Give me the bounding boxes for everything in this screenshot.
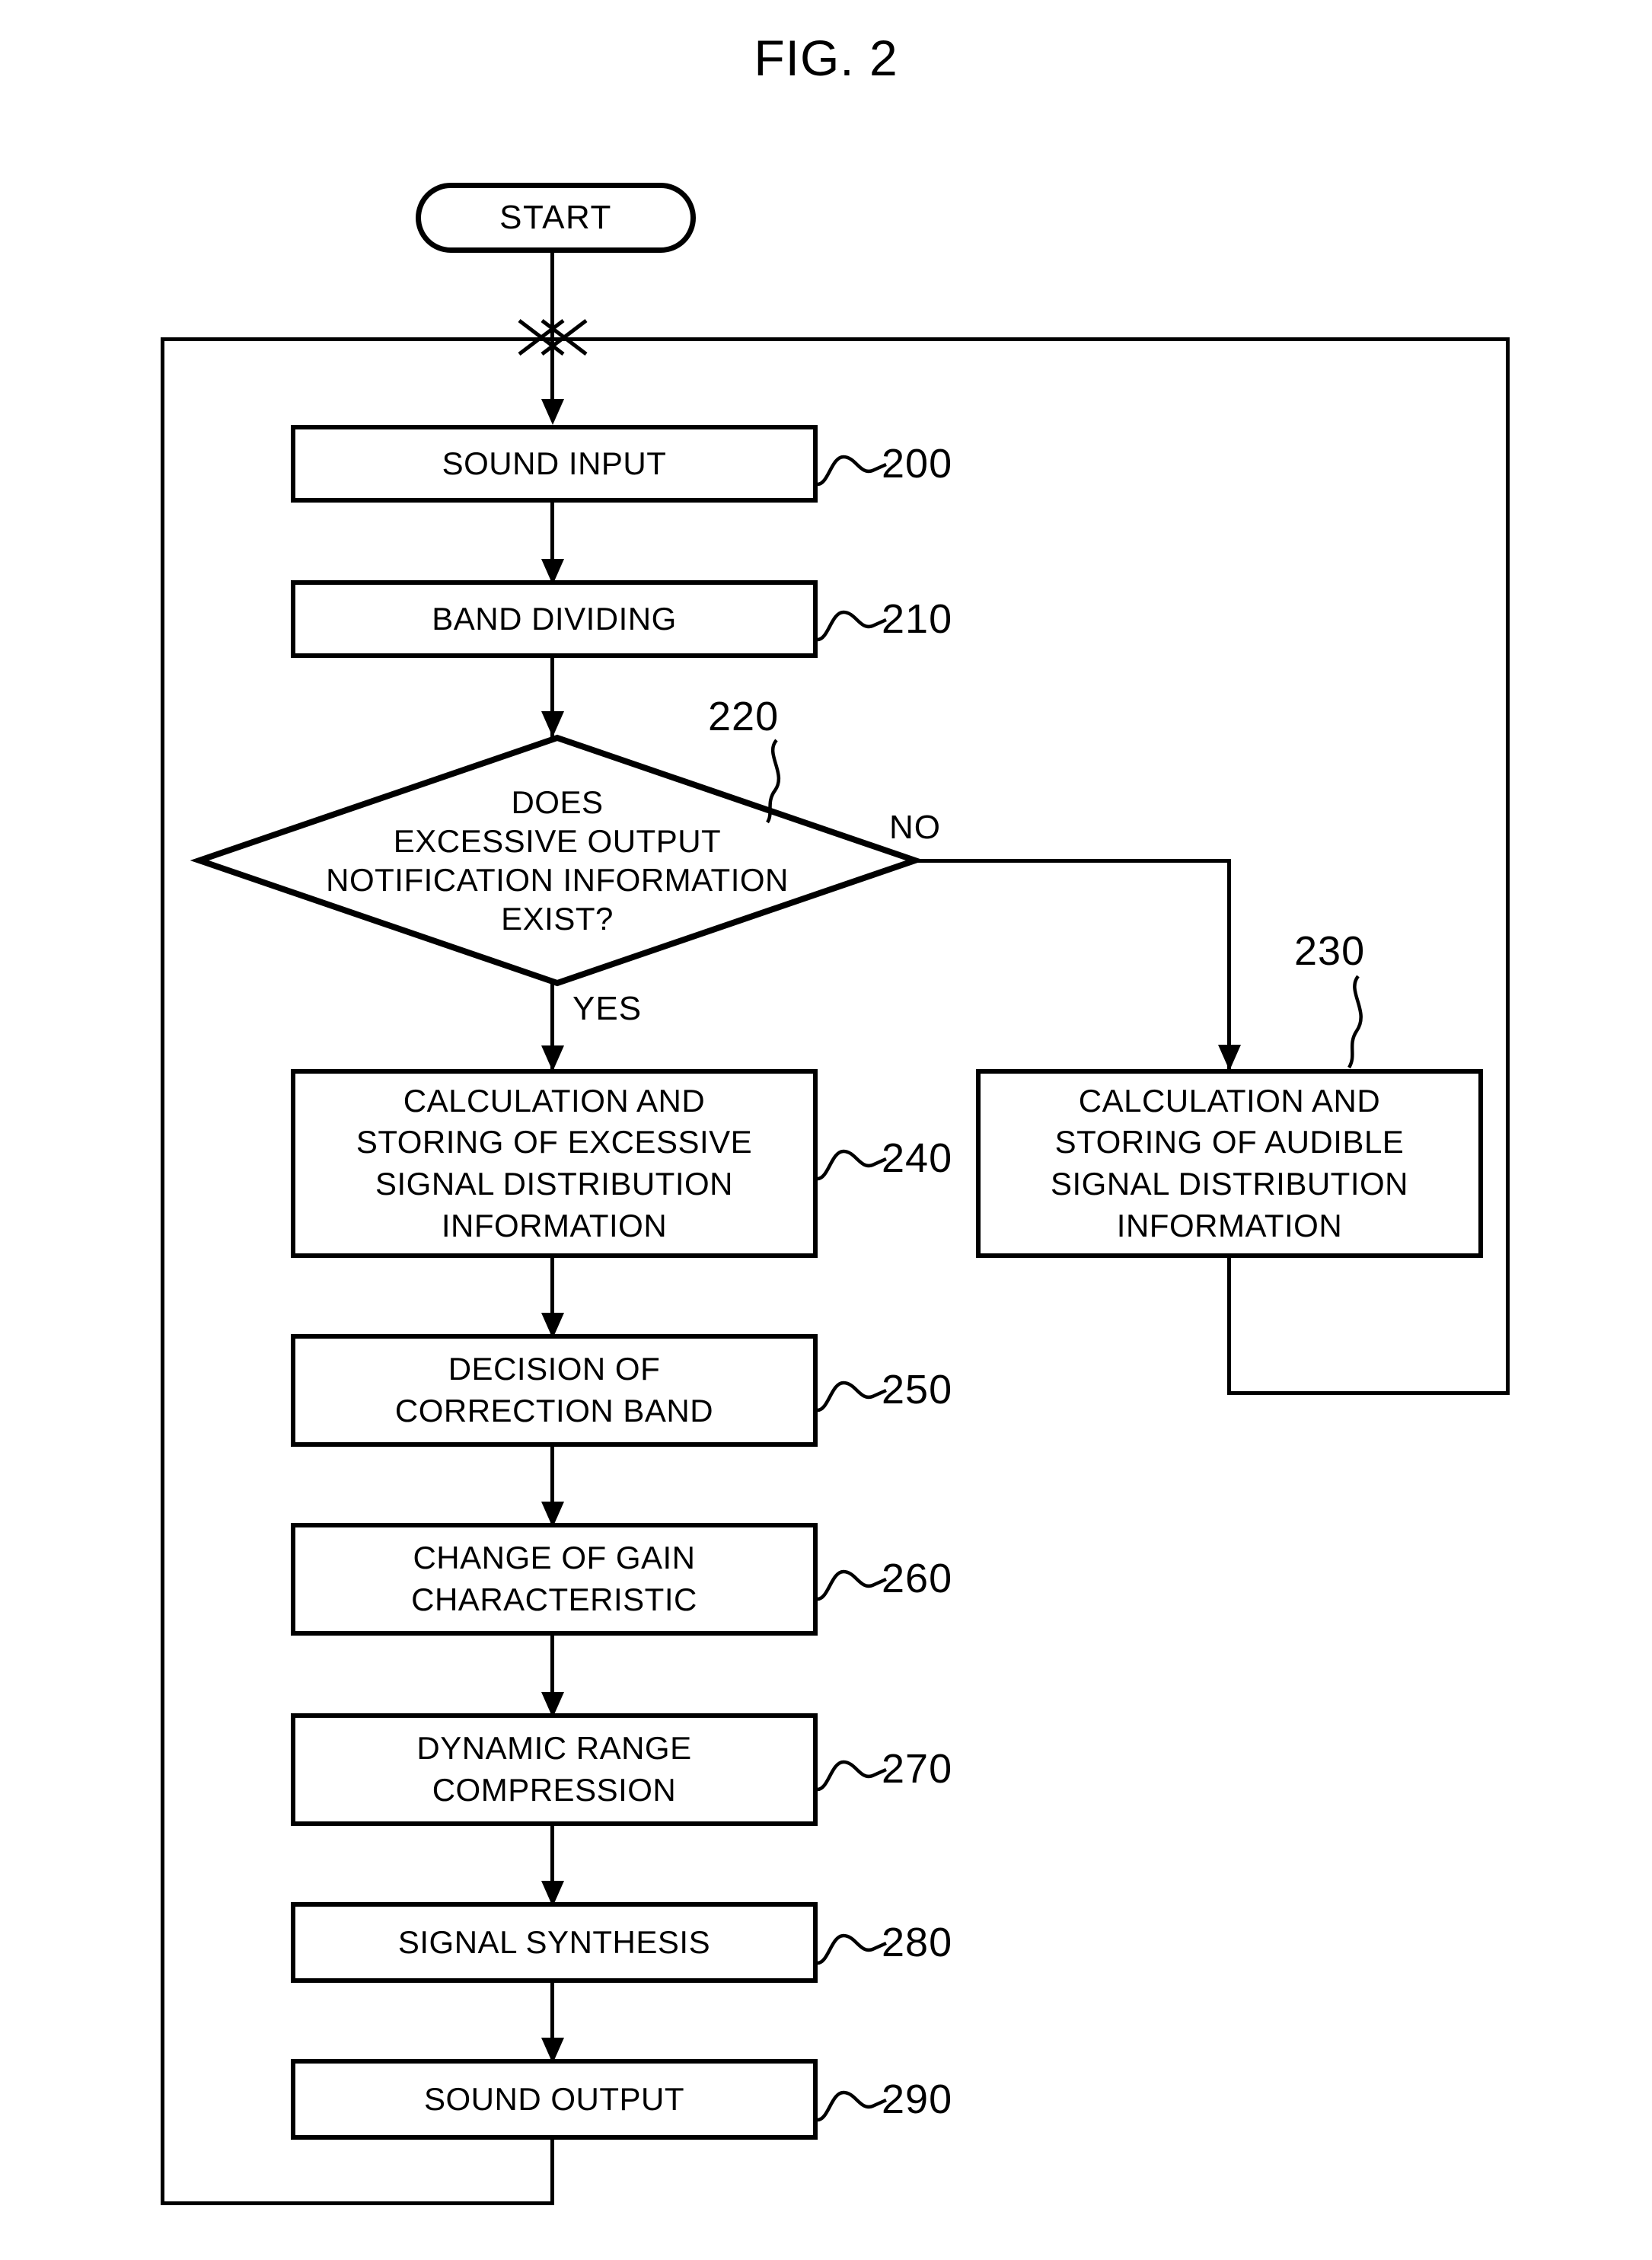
ref-number-290: 290 [882,2076,953,2122]
node-audible-signal-distribution-label: CALCULATION AND STORING OF AUDIBLE SIGNA… [1050,1082,1408,1243]
arrowhead-into-240 [541,1045,564,1071]
audible-branch-return-drop [1227,1256,1231,1393]
node-sound-input: SOUND INPUT [291,425,818,503]
node-decision-of-correction-band: DECISION OF CORRECTION BAND [291,1334,818,1447]
node-audible-signal-distribution: CALCULATION AND STORING OF AUDIBLE SIGNA… [976,1069,1483,1258]
node-excessive-signal-distribution-label: CALCULATION AND STORING OF EXCESSIVE SIG… [356,1082,753,1243]
ref-number-240: 240 [882,1135,953,1181]
ref-leader-220 [765,739,781,824]
node-sound-output-label: SOUND OUTPUT [424,2080,684,2117]
node-dynamic-range-compression: DYNAMIC RANGE COMPRESSION [291,1713,818,1826]
ref-leader-270 [817,1760,887,1792]
edge-decision-no-horizontal [914,859,1231,863]
ref-number-280: 280 [882,1920,953,1965]
ref-number-220: 220 [708,694,780,739]
ref-number-250: 250 [882,1367,953,1412]
figure-page: FIG. 2 START SOUND INPUT 200 BAND DIVIDI… [0,0,1652,2260]
node-band-dividing: BAND DIVIDING [291,580,818,658]
node-change-of-gain-characteristic: CHANGE OF GAIN CHARACTERISTIC [291,1523,818,1636]
start-terminator: START [416,183,696,253]
node-decision-of-correction-band-label: DECISION OF CORRECTION BAND [394,1351,714,1428]
node-excessive-signal-distribution: CALCULATION AND STORING OF EXCESSIVE SIG… [291,1069,818,1258]
node-decision-label: DOES EXCESSIVE OUTPUT NOTIFICATION INFOR… [326,784,789,937]
ref-number-200: 200 [882,441,953,487]
edge-label-no: NO [889,809,941,846]
ref-leader-200 [817,455,887,487]
audible-branch-return-bottom-horizontal [1227,1391,1510,1395]
ref-leader-230 [1347,975,1363,1069]
audible-branch-return-right-vertical [1506,337,1510,1395]
ref-number-260: 260 [882,1556,953,1601]
node-dynamic-range-compression-label: DYNAMIC RANGE COMPRESSION [416,1730,692,1808]
ref-leader-290 [817,2090,887,2122]
ref-leader-240 [817,1149,887,1181]
arrowhead-into-decision [541,711,564,737]
ref-leader-260 [817,1569,887,1601]
ref-number-210: 210 [882,596,953,642]
node-signal-synthesis: SIGNAL SYNTHESIS [291,1902,818,1983]
arrowhead-into-230 [1218,1045,1241,1071]
arrowhead-into-sound-input [541,399,564,425]
node-sound-input-label: SOUND INPUT [442,445,667,481]
edge-decision-no-vertical [1227,859,1231,1071]
ref-number-230: 230 [1294,928,1366,974]
node-band-dividing-label: BAND DIVIDING [432,600,677,637]
ref-leader-250 [817,1381,887,1412]
edge-label-yes: YES [572,990,643,1027]
node-signal-synthesis-label: SIGNAL SYNTHESIS [397,1923,711,1960]
figure-title: FIG. 2 [754,30,898,86]
feedback-loop-left-vertical [161,337,164,2205]
feedback-loop-bottom-horizontal [161,2201,553,2205]
node-decision-excessive-output: DOES EXCESSIVE OUTPUT NOTIFICATION INFOR… [190,734,925,987]
ref-leader-210 [817,610,887,642]
node-change-of-gain-characteristic-label: CHANGE OF GAIN CHARACTERISTIC [411,1540,697,1617]
feedback-loop-top-horizontal [161,337,1510,341]
start-label: START [499,199,612,236]
ref-number-270: 270 [882,1746,953,1792]
node-sound-output: SOUND OUTPUT [291,2059,818,2140]
loop-junction-cross-icon [518,319,588,356]
ref-leader-280 [817,1933,887,1965]
